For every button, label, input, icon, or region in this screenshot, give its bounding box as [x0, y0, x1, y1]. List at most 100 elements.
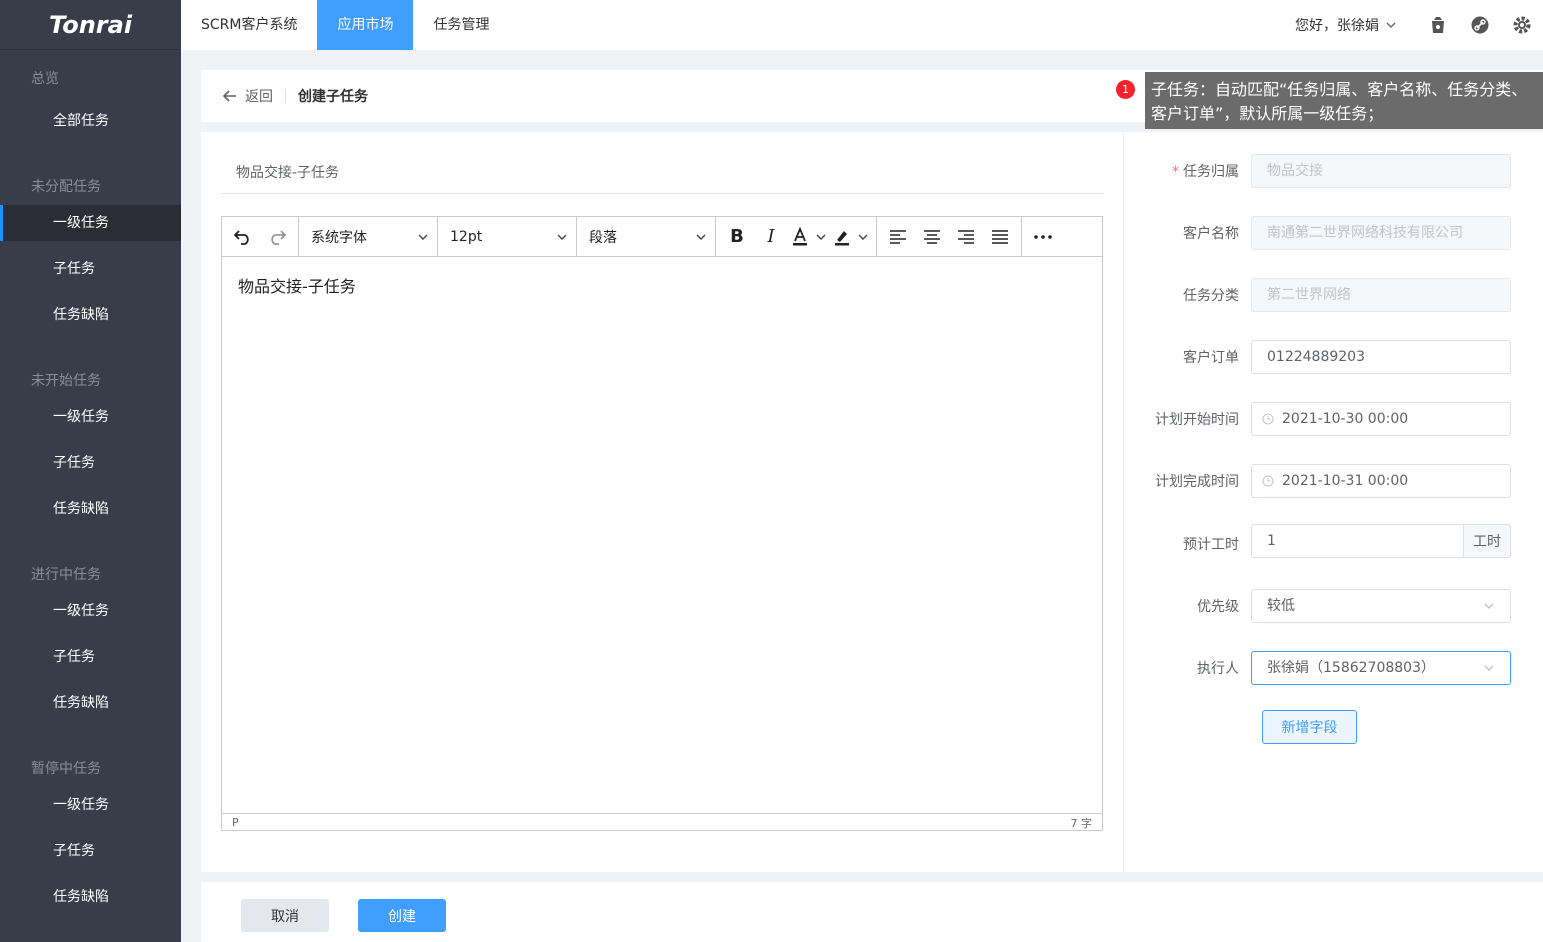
sidebar-item-paused-level1[interactable]: 一级任务	[0, 787, 181, 823]
block-format-value: 段落	[589, 229, 617, 246]
form-row-customer: 客户名称 南通第二世界网络科技有限公司	[1123, 216, 1543, 250]
sidebar-item-unassigned-defect[interactable]: 任务缺陷	[0, 297, 181, 333]
more-group	[1022, 217, 1064, 257]
group-title-not-started: 未开始任务	[31, 373, 101, 389]
category-label: 任务分类	[1183, 288, 1239, 304]
clock-icon	[1262, 475, 1274, 487]
italic-icon[interactable]: I	[754, 220, 788, 254]
breadcrumb-separator	[285, 89, 286, 103]
element-path: P	[232, 816, 239, 829]
rich-text-editor: 系统字体 12pt 段落 B I 物品交接-子任务 P 7 字	[221, 216, 1103, 831]
form-row-category: 任务分类 第二世界网络	[1123, 278, 1543, 312]
align-center-icon[interactable]	[915, 220, 949, 254]
assignee-select[interactable]: 张徐娟（15862708803）	[1251, 651, 1511, 685]
sidebar: Tonrai 总览 全部任务 未分配任务 一级任务 子任务 任务缺陷 未开始任务…	[0, 0, 181, 942]
start-time-picker[interactable]: 2021-10-30 00:00	[1251, 402, 1511, 436]
align-left-icon[interactable]	[881, 220, 915, 254]
align-justify-icon[interactable]	[983, 220, 1017, 254]
add-field-button[interactable]: 新增字段	[1262, 710, 1357, 744]
align-group	[877, 216, 1022, 257]
hours-label: 预计工时	[1183, 537, 1239, 553]
assignee-value: 张徐娟（15862708803）	[1267, 660, 1435, 676]
create-button[interactable]: 创建	[358, 899, 446, 932]
end-time-value: 2021-10-31 00:00	[1282, 473, 1409, 489]
end-time-picker[interactable]: 2021-10-31 00:00	[1251, 464, 1511, 498]
priority-label: 优先级	[1197, 599, 1239, 615]
sidebar-item-not-started-defect[interactable]: 任务缺陷	[0, 491, 181, 527]
group-title-in-progress: 进行中任务	[31, 567, 101, 583]
tab-app-market[interactable]: 应用市场	[317, 0, 414, 50]
font-family-value: 系统字体	[311, 229, 367, 246]
align-right-icon[interactable]	[949, 220, 983, 254]
chevron-down-icon	[557, 234, 567, 240]
form-row-hours: 预计工时 1 工时	[1123, 524, 1543, 558]
footer-bar: 取消 创建	[201, 882, 1543, 942]
group-title-paused: 暂停中任务	[31, 761, 101, 777]
group-title-overview: 总览	[31, 71, 59, 87]
back-button[interactable]: 返回	[223, 86, 273, 106]
priority-select[interactable]: 较低	[1251, 589, 1511, 623]
redo-icon[interactable]	[260, 220, 294, 254]
clock-icon	[1262, 413, 1274, 425]
group-title-unassigned: 未分配任务	[31, 179, 101, 195]
form-row-order: 客户订单 01224889203	[1123, 340, 1543, 374]
sidebar-item-in-progress-defect[interactable]: 任务缺陷	[0, 685, 181, 721]
customer-field: 南通第二世界网络科技有限公司	[1251, 216, 1511, 250]
highlight-icon[interactable]	[830, 220, 872, 254]
start-time-value: 2021-10-30 00:00	[1282, 411, 1409, 427]
font-size-select[interactable]: 12pt	[438, 216, 577, 257]
link-icon[interactable]	[1459, 0, 1501, 50]
hours-input-group: 1 工时	[1251, 524, 1511, 558]
sidebar-item-paused-defect[interactable]: 任务缺陷	[0, 879, 181, 915]
sidebar-item-unassigned-level1[interactable]: 一级任务	[0, 205, 181, 241]
order-label: 客户订单	[1183, 350, 1239, 366]
start-time-label: 计划开始时间	[1155, 412, 1239, 428]
bag-icon[interactable]	[1417, 0, 1459, 50]
top-bar: SCRM客户系统 应用市场 任务管理 您好，张徐娟	[181, 0, 1543, 50]
word-count: 7 字	[1070, 816, 1093, 830]
customer-label: 客户名称	[1183, 226, 1239, 242]
sidebar-item-in-progress-subtask[interactable]: 子任务	[0, 639, 181, 675]
main-panel: 物品交接-子任务 系统字体 12pt 段落 B I 物品交接-子任务 P 7 字…	[201, 132, 1543, 872]
hours-unit: 工时	[1464, 524, 1511, 558]
tab-scrm[interactable]: SCRM客户系统	[181, 0, 317, 50]
sidebar-item-not-started-level1[interactable]: 一级任务	[0, 399, 181, 435]
editor-toolbar: 系统字体 12pt 段落 B I	[222, 216, 1102, 257]
user-menu[interactable]: 您好，张徐娟	[1295, 15, 1397, 35]
cancel-button[interactable]: 取消	[241, 899, 329, 932]
undo-icon[interactable]	[226, 220, 260, 254]
block-format-select[interactable]: 段落	[577, 216, 716, 257]
priority-value: 较低	[1267, 598, 1295, 614]
text-color-icon[interactable]	[788, 220, 830, 254]
sidebar-item-unassigned-subtask[interactable]: 子任务	[0, 251, 181, 287]
order-field[interactable]: 01224889203	[1251, 340, 1511, 374]
editor-content[interactable]: 物品交接-子任务	[222, 257, 1102, 813]
end-time-label: 计划完成时间	[1155, 474, 1239, 490]
page-title: 创建子任务	[298, 89, 368, 105]
sidebar-item-in-progress-level1[interactable]: 一级任务	[0, 593, 181, 629]
top-right-area: 您好，张徐娟	[1295, 0, 1543, 50]
owner-label: * 任务归属	[1172, 164, 1239, 180]
logo: Tonrai	[0, 0, 181, 50]
more-icon[interactable]	[1026, 220, 1060, 254]
gear-icon[interactable]	[1501, 0, 1543, 50]
form-row-priority: 优先级 较低	[1123, 589, 1543, 623]
font-family-select[interactable]: 系统字体	[299, 216, 438, 257]
bold-icon[interactable]: B	[720, 220, 754, 254]
chevron-down-icon	[1484, 603, 1494, 609]
chevron-down-icon	[1484, 665, 1494, 671]
form-row-start: 计划开始时间 2021-10-30 00:00	[1123, 402, 1543, 436]
sidebar-item-not-started-subtask[interactable]: 子任务	[0, 445, 181, 481]
category-field: 第二世界网络	[1251, 278, 1511, 312]
assignee-label: 执行人	[1197, 661, 1239, 677]
task-title-input[interactable]: 物品交接-子任务	[221, 152, 1103, 194]
owner-field: 物品交接	[1251, 154, 1511, 188]
back-label: 返回	[245, 89, 273, 105]
annotation-tooltip: 子任务：自动匹配“任务归属、客户名称、任务分类、客户订单”，默认所属一级任务；	[1145, 72, 1543, 129]
hours-field[interactable]: 1	[1251, 524, 1464, 558]
sidebar-item-all-tasks[interactable]: 全部任务	[0, 103, 181, 139]
tab-task-management[interactable]: 任务管理	[413, 0, 509, 50]
sidebar-item-paused-subtask[interactable]: 子任务	[0, 833, 181, 869]
form-row-assignee: 执行人 张徐娟（15862708803）	[1123, 651, 1543, 685]
user-greeting: 您好，张徐娟	[1295, 18, 1379, 34]
